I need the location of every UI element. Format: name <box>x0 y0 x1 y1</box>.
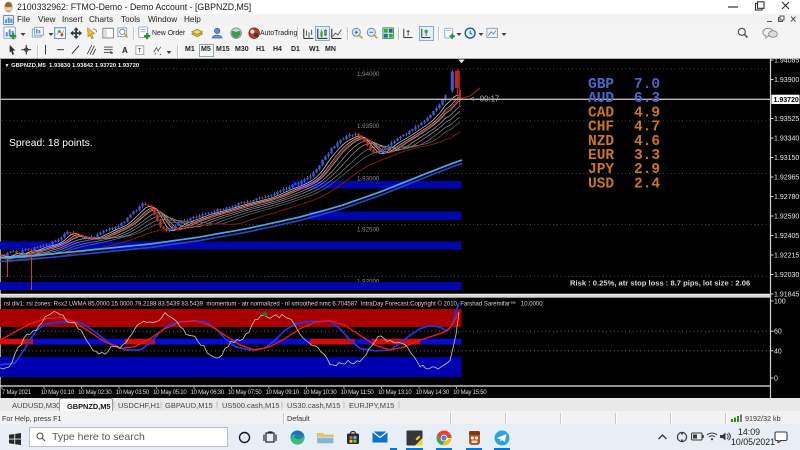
svg-text:60: 60 <box>774 329 782 336</box>
svg-text:T: T <box>138 47 142 54</box>
svg-text:▼ GBPNZD,M5 1.93830 1.93842 1: ▼ GBPNZD,M5 1.93830 1.93842 1.93720 1.93… <box>5 63 140 69</box>
svg-text:1.93500: 1.93500 <box>357 123 380 130</box>
svg-text:Spread: 18 points.: Spread: 18 points. <box>9 138 93 149</box>
svg-text:1.94000: 1.94000 <box>357 71 380 78</box>
svg-text:10 May 06:30: 10 May 06:30 <box>191 390 225 396</box>
svg-text:1.93900: 1.93900 <box>774 77 799 84</box>
svg-text:rsi div1: rsi zones: Rsx2 LWMA: rsi div1: rsi zones: Rsx2 LWMA 85.0000 1… <box>4 301 543 308</box>
svg-text:10 May 03:50: 10 May 03:50 <box>116 390 150 396</box>
svg-text:1.92590: 1.92590 <box>774 214 799 221</box>
svg-text:1.92965: 1.92965 <box>774 175 799 182</box>
svg-text:1.92030: 1.92030 <box>774 272 799 279</box>
svg-text:10 May 09:10: 10 May 09:10 <box>266 390 300 396</box>
svg-text:0: 0 <box>774 376 778 383</box>
svg-text:10 May 13:10: 10 May 13:10 <box>378 390 412 396</box>
svg-text:1.93340: 1.93340 <box>774 136 799 143</box>
svg-text:1.93720: 1.93720 <box>774 97 799 104</box>
svg-text:10 May 14:30: 10 May 14:30 <box>416 390 450 396</box>
svg-text:1.92215: 1.92215 <box>774 253 799 260</box>
svg-text:Risk : 0.25%, atr stop loss :: Risk : 0.25%, atr stop loss : 8.7 pips, … <box>570 279 750 288</box>
svg-text:1.91845: 1.91845 <box>774 292 799 299</box>
svg-text:10 May 07:50: 10 May 07:50 <box>228 390 262 396</box>
svg-text:1.92500: 1.92500 <box>357 227 380 234</box>
svg-text:10 May 02:30: 10 May 02:30 <box>78 390 112 396</box>
svg-text:10 May 01:10: 10 May 01:10 <box>41 390 75 396</box>
svg-text:100: 100 <box>774 299 786 306</box>
svg-text:1.92780: 1.92780 <box>774 194 799 201</box>
svg-text:1.94085: 1.94085 <box>774 58 799 65</box>
svg-text:7 May 2021: 7 May 2021 <box>2 390 32 396</box>
svg-text:10 May 11:50: 10 May 11:50 <box>341 390 375 396</box>
svg-text:1.93525: 1.93525 <box>774 116 799 123</box>
svg-text:1.92405: 1.92405 <box>774 233 799 240</box>
svg-text:40: 40 <box>774 348 782 355</box>
svg-text:1.93150: 1.93150 <box>774 155 799 162</box>
svg-text:10 May 15:50: 10 May 15:50 <box>453 390 487 396</box>
svg-text:10 May 10:30: 10 May 10:30 <box>303 390 337 396</box>
svg-text:<--00:17: <--00:17 <box>470 95 499 104</box>
svg-text:2.4: 2.4 <box>634 176 660 192</box>
svg-text:USD: USD <box>588 176 614 192</box>
svg-text:10 May 05:10: 10 May 05:10 <box>153 390 187 396</box>
